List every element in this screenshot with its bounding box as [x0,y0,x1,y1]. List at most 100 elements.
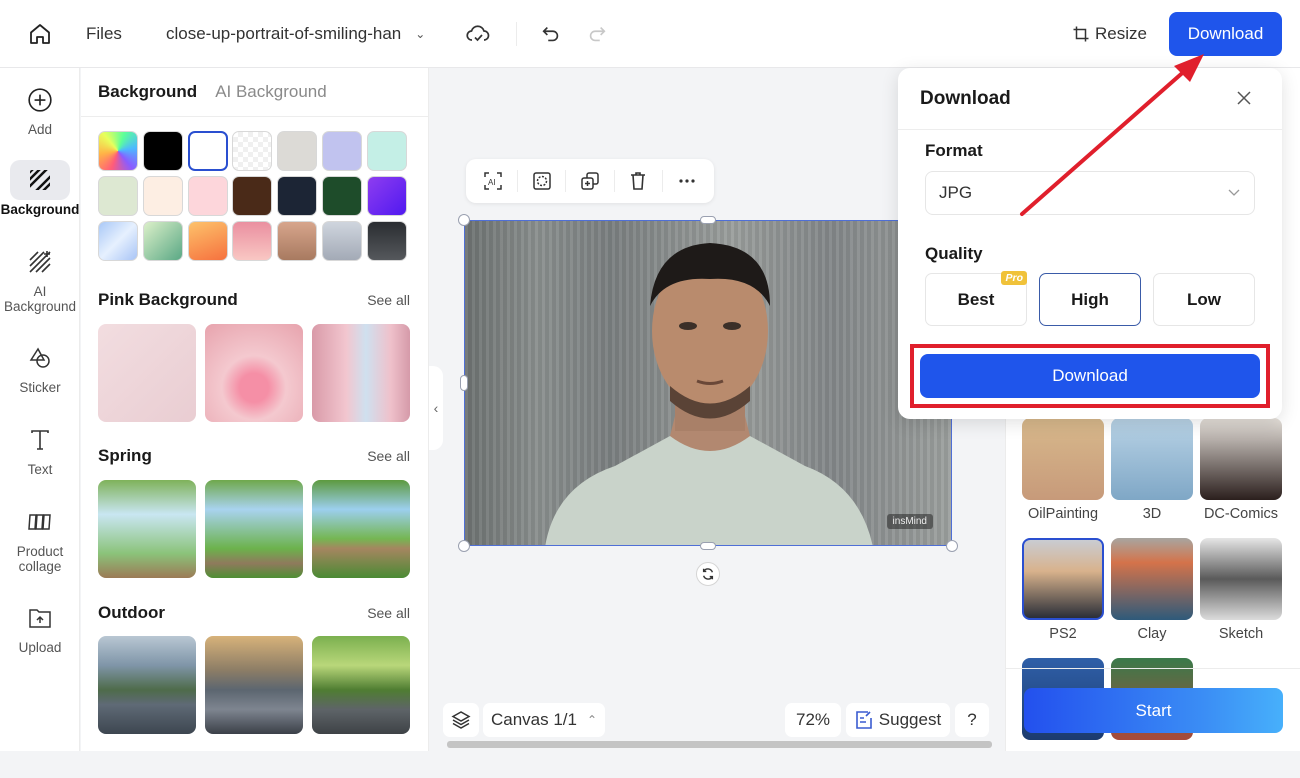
swatch-silver-gradient[interactable] [321,220,362,261]
start-button[interactable]: Start [1024,688,1283,733]
resize-button[interactable]: Resize [1072,0,1147,68]
swatch-white[interactable] [187,131,228,171]
rail-item-text[interactable]: Text [0,420,80,477]
undo-button[interactable] [540,0,562,68]
style-item[interactable]: Clay [1111,538,1193,658]
background-thumbnail[interactable] [205,636,303,734]
watermark: insMind [886,514,933,529]
files-link[interactable]: Files [86,0,122,68]
rotate-button[interactable] [696,562,720,586]
rail-item-ai-background[interactable]: AI Background [0,242,80,314]
style-item[interactable]: DC-Comics [1200,418,1282,538]
background-panel: Background AI Background Pink Background… [81,68,429,751]
swatch-navy[interactable] [277,175,318,216]
popup-download-button[interactable]: Download [920,354,1260,398]
ai-select-button[interactable]: AI [478,166,508,196]
canvas-label: Canvas 1/1 [490,710,577,729]
close-button[interactable] [1232,86,1256,110]
swatch-sage[interactable] [98,175,138,216]
swatch-transparent[interactable] [232,131,273,171]
delete-button[interactable] [623,166,653,196]
download-button[interactable]: Download [1169,12,1282,56]
redo-button[interactable] [586,0,608,68]
style-label: DC-Comics [1203,506,1279,522]
swatch-forest[interactable] [321,175,362,216]
left-rail: Add Background AI Background Sticker Tex… [0,68,80,751]
background-thumbnail[interactable] [312,480,410,578]
swatch-mint[interactable] [366,131,407,171]
canvas-selector[interactable]: Canvas 1/1 ⌃ [483,703,605,737]
see-all-pink[interactable]: See all [367,292,410,308]
swatch-lavender[interactable] [321,131,362,171]
home-button[interactable] [26,0,54,68]
swatch-blush[interactable] [187,175,228,216]
style-item[interactable]: OilPainting [1022,418,1104,538]
style-thumbnail [1200,538,1282,620]
resize-handle-bottom-left[interactable] [458,540,470,552]
see-all-spring[interactable]: See all [367,448,410,464]
filename-dropdown[interactable]: close-up-portrait-of-smiling-han ⌄ [166,0,425,68]
rail-label: Add [27,122,53,137]
swatch-green-gradient[interactable] [142,220,183,261]
style-item[interactable]: Sketch [1200,538,1282,658]
suggest-button[interactable]: Suggest [846,703,950,737]
swatch-stone[interactable] [277,131,318,171]
swatch-rainbow[interactable] [98,131,138,171]
background-thumbnail[interactable] [205,324,303,422]
canvas-image[interactable]: insMind [464,220,952,546]
swatch-sky-gradient[interactable] [98,220,138,261]
quality-options: Best Pro High Low [925,271,1255,326]
resize-handle-bottom[interactable] [700,542,716,550]
quality-high[interactable]: High [1039,273,1141,326]
quality-best[interactable]: Best Pro [925,271,1027,326]
horizontal-scrollbar[interactable] [447,741,992,748]
rail-item-sticker[interactable]: Sticker [0,338,80,395]
divider [81,116,428,117]
rail-item-product-collage[interactable]: Product collage [0,502,80,574]
see-all-outdoor[interactable]: See all [367,605,410,621]
background-thumbnail[interactable] [98,636,196,734]
background-thumbnail[interactable] [98,324,196,422]
style-label: PS2 [1049,626,1077,642]
rail-item-add[interactable]: Add [0,80,80,137]
swatch-violet[interactable] [366,175,407,216]
cloud-save-button[interactable] [466,0,490,68]
rail-item-upload[interactable]: Upload [0,598,80,655]
background-thumbnail[interactable] [312,324,410,422]
format-label: Format [925,141,983,160]
swatch-pink-gradient[interactable] [232,220,273,261]
collapse-panel-button[interactable]: ‹ [429,366,443,450]
resize-handle-top[interactable] [700,216,716,224]
tab-ai-background[interactable]: AI Background [215,82,327,102]
rotate-icon [702,568,714,580]
swatch-black[interactable] [142,131,183,171]
layers-button[interactable] [443,703,479,737]
upload-icon [29,609,51,628]
background-thumbnail[interactable] [205,480,303,578]
swatch-tan-gradient[interactable] [277,220,318,261]
more-button[interactable] [672,166,702,196]
remove-bg-button[interactable] [527,166,557,196]
duplicate-button[interactable] [575,166,605,196]
resize-handle-bottom-right[interactable] [946,540,958,552]
swatch-orange-gradient[interactable] [187,220,228,261]
swatch-cream[interactable] [142,175,183,216]
quality-low[interactable]: Low [1153,273,1255,326]
divider [1006,668,1300,669]
background-thumbnail[interactable] [98,480,196,578]
swatch-charcoal-gradient[interactable] [366,220,407,261]
resize-handle-top-left[interactable] [458,214,470,226]
rail-item-background[interactable]: Background [0,160,80,217]
swatch-brown[interactable] [232,175,273,216]
background-icon [30,170,50,190]
format-select[interactable]: JPG [925,171,1255,215]
zoom-level[interactable]: 72% [785,703,841,737]
style-item[interactable]: PS2 [1022,538,1104,658]
style-thumbnail [1022,418,1104,500]
resize-handle-left[interactable] [460,375,468,391]
tab-background[interactable]: Background [98,82,197,102]
help-button[interactable]: ? [955,703,989,737]
background-thumbnail[interactable] [312,636,410,734]
style-item[interactable]: 3D [1111,418,1193,538]
section-title-pink: Pink Background [98,290,238,309]
